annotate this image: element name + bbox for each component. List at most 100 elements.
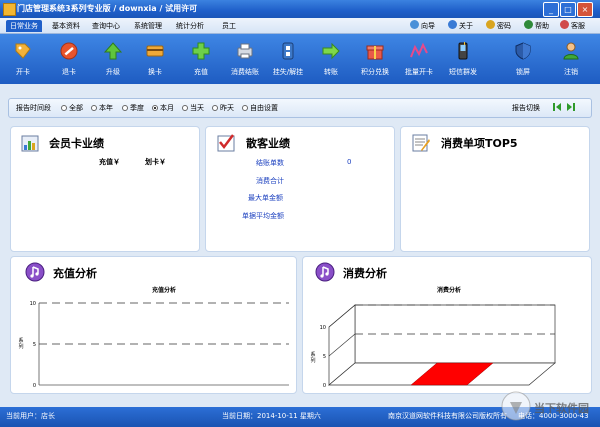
guest-row-value: 0 (347, 158, 352, 166)
menu-bar: 日常业务 基本资料 查询中心 系统管理 统计分析 员工 向导 关于 密码 帮助 … (0, 18, 600, 34)
next-report-icon[interactable] (566, 102, 575, 112)
open-card-icon (15, 43, 31, 59)
upgrade-button[interactable]: 升级 (90, 36, 136, 82)
chart-title: 充值分析 (152, 286, 176, 294)
y-tick-label: 0 (33, 383, 36, 389)
recharge-analysis-title: 充值分析 (53, 267, 97, 280)
tab-daily-business[interactable]: 日常业务 (6, 20, 42, 32)
swap-card-button[interactable]: 换卡 (132, 36, 178, 82)
upgrade-icon (103, 42, 123, 60)
return-card-label: 退卡 (62, 68, 76, 76)
report-loss-icon (282, 42, 294, 60)
lock-screen-icon (515, 42, 531, 60)
radio-yesterday[interactable]: 昨天 (212, 103, 234, 113)
help-link[interactable]: 帮助 (524, 20, 549, 32)
title-bar: 门店管理系统3系列专业版 / downxia / 试用许可 _ □ × (0, 0, 600, 18)
radio-dot-selected (152, 105, 158, 111)
about-icon (448, 20, 457, 29)
guest-panel-title: 散客业绩 (246, 137, 290, 150)
sms-label: 短信群发 (449, 68, 477, 76)
return-card-button[interactable]: 退卡 (46, 36, 92, 82)
guest-row-label: 单据平均金额 (242, 212, 284, 220)
password-link[interactable]: 密码 (486, 20, 511, 32)
transfer-icon (322, 42, 340, 60)
top5-report-icon (412, 134, 430, 152)
y-tick-label: 0 (323, 383, 326, 389)
tab-statistics[interactable]: 统计分析 (172, 20, 208, 32)
top5-panel: 消费单项TOP5 (400, 126, 590, 252)
consume-analysis-panel: 消费分析 消费分析 0 5 10 系列 (302, 256, 592, 394)
wizard-link[interactable]: 向导 (410, 20, 435, 32)
minimize-button[interactable]: _ (543, 2, 559, 17)
recharge-analysis-panel: 充值分析 充值分析 0 5 10 系列 (10, 256, 297, 394)
logout-button[interactable]: 注销 (548, 36, 594, 82)
y-axis-label: 系 (310, 351, 315, 358)
consume-analysis-title: 消费分析 (343, 267, 387, 280)
points-redeem-icon (366, 45, 384, 60)
transfer-label: 转账 (324, 68, 338, 76)
maximize-button[interactable]: □ (560, 2, 576, 17)
batch-open-icon (410, 42, 428, 58)
support-link[interactable]: 客服 (560, 20, 585, 32)
radio-dot (212, 105, 218, 111)
guest-panel: 散客业绩 结账单数 0 消费合计 最大单金额 单据平均金额 (205, 126, 395, 252)
radio-this-month[interactable]: 本月 (152, 103, 174, 113)
report-period-bar: 报告时间段 全部 本年 季度 本月 当天 昨天 自由设置 报告切换 (8, 98, 592, 118)
member-chart-icon (21, 135, 39, 152)
help-icon (524, 20, 533, 29)
recharge-button[interactable]: 充值 (178, 36, 224, 82)
open-card-button[interactable]: 开卡 (0, 36, 46, 82)
lock-screen-label: 锁屏 (516, 68, 530, 76)
y-tick-label: 5 (323, 354, 326, 360)
chart-title: 消费分析 (437, 286, 461, 294)
recharge-chart: 充值分析 0 5 10 系列 (18, 286, 289, 389)
report-switch-label: 报告切换 (512, 104, 540, 112)
previous-report-icon[interactable] (553, 102, 562, 112)
radio-dot (61, 105, 67, 111)
close-button[interactable]: × (577, 2, 593, 17)
app-icon (3, 3, 16, 16)
toolbar: 开卡 退卡 升级 换卡 充值 消费结账 挂失/解挂 转账 积分兑换 批量开卡 短… (0, 34, 600, 84)
swap-card-label: 换卡 (148, 68, 162, 76)
recharge-icon (192, 42, 210, 60)
radio-all[interactable]: 全部 (61, 103, 83, 113)
radio-quarter[interactable]: 季度 (122, 103, 144, 113)
sms-button[interactable]: 短信群发 (440, 36, 486, 82)
open-card-label: 开卡 (16, 68, 30, 76)
consume-chart: 消费分析 0 5 10 系列 (310, 286, 556, 389)
tab-system-management[interactable]: 系统管理 (130, 20, 166, 32)
radio-today[interactable]: 当天 (182, 103, 204, 113)
sms-icon (458, 42, 468, 60)
member-recharge-header: 充值￥ (99, 158, 120, 166)
member-swipe-header: 划卡￥ (145, 158, 166, 166)
watermark: 当下软件园 (500, 388, 600, 424)
radio-custom[interactable]: 自由设置 (242, 103, 278, 113)
checkout-label: 消费结账 (231, 68, 259, 76)
radio-this-year[interactable]: 本年 (91, 103, 113, 113)
lock-screen-button[interactable]: 锁屏 (500, 36, 546, 82)
checkout-icon (237, 43, 253, 59)
password-icon (486, 20, 495, 29)
watermark-text: 当下软件园 (534, 402, 589, 415)
tab-staff[interactable]: 员工 (218, 20, 240, 32)
upgrade-label: 升级 (106, 68, 120, 76)
about-link[interactable]: 关于 (448, 20, 473, 32)
tab-query-center[interactable]: 查询中心 (88, 20, 124, 32)
points-redeem-button[interactable]: 积分兑换 (352, 36, 398, 82)
guest-row-label: 最大单金额 (248, 194, 283, 202)
transfer-button[interactable]: 转账 (308, 36, 354, 82)
swap-card-icon (146, 45, 164, 57)
y-axis-label: 系 (18, 337, 23, 344)
checkout-button[interactable]: 消费结账 (222, 36, 268, 82)
wizard-icon (410, 20, 419, 29)
report-loss-button[interactable]: 挂失/解挂 (265, 36, 311, 82)
top5-panel-title: 消费单项TOP5 (441, 137, 518, 150)
y-axis-label: 列 (310, 357, 315, 364)
batch-open-button[interactable]: 批量开卡 (396, 36, 442, 82)
points-redeem-label: 积分兑换 (361, 68, 389, 76)
radio-dot (242, 105, 248, 111)
window-title: 门店管理系统3系列专业版 / downxia / 试用许可 (17, 4, 198, 13)
logout-label: 注销 (564, 68, 578, 76)
radio-dot (91, 105, 97, 111)
tab-basic-data[interactable]: 基本资料 (48, 20, 84, 32)
